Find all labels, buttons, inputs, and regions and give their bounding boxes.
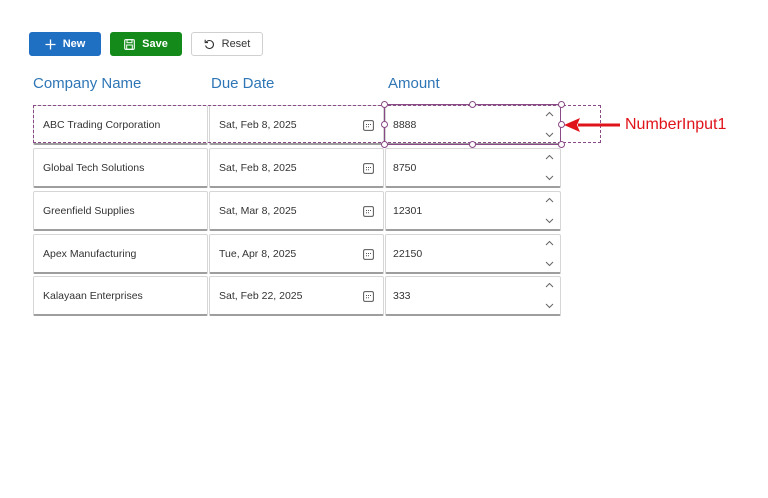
due-date-picker[interactable]: Sat, Feb 22, 2025 — [209, 276, 384, 316]
chevron-down-icon[interactable] — [545, 218, 554, 224]
toolbar: New Save Reset — [29, 32, 263, 56]
annotation-label: NumberInput1 — [625, 116, 727, 133]
company-name-input[interactable]: Global Tech Solutions — [33, 148, 208, 188]
reset-icon — [204, 39, 214, 49]
table-row: Apex Manufacturing Tue, Apr 8, 2025 2215… — [33, 234, 563, 274]
table-row: Kalayaan Enterprises Sat, Feb 22, 2025 3… — [33, 276, 563, 316]
chevron-down-icon[interactable] — [545, 132, 554, 138]
amount-number-input[interactable]: 22150 — [385, 234, 561, 274]
reset-button-label: Reset — [221, 38, 251, 50]
calendar-icon[interactable] — [363, 291, 374, 302]
chevron-down-icon[interactable] — [545, 303, 554, 309]
column-header-amount: Amount — [388, 75, 440, 92]
company-name-input[interactable]: Kalayaan Enterprises — [33, 276, 208, 316]
annotation-arrow-icon — [564, 118, 620, 132]
calendar-icon[interactable] — [363, 249, 374, 260]
chevron-down-icon[interactable] — [545, 175, 554, 181]
due-date-picker[interactable]: Tue, Apr 8, 2025 — [209, 234, 384, 274]
reset-button[interactable]: Reset — [191, 32, 263, 56]
chevron-up-icon[interactable] — [545, 282, 554, 288]
save-button[interactable]: Save — [110, 32, 182, 56]
new-button[interactable]: New — [29, 32, 101, 56]
new-button-label: New — [62, 38, 86, 50]
save-button-label: Save — [142, 38, 168, 50]
company-name-input[interactable]: ABC Trading Corporation — [33, 105, 208, 145]
chevron-down-icon[interactable] — [545, 261, 554, 267]
resize-handle-top-left[interactable] — [381, 101, 388, 108]
chevron-up-icon[interactable] — [545, 240, 554, 246]
company-name-input[interactable]: Apex Manufacturing — [33, 234, 208, 274]
column-header-due-date: Due Date — [211, 75, 275, 92]
amount-number-input[interactable]: 12301 — [385, 191, 561, 231]
chevron-up-icon[interactable] — [545, 197, 554, 203]
table-row: Greenfield Supplies Sat, Mar 8, 2025 123… — [33, 191, 563, 231]
table-row: ABC Trading Corporation Sat, Feb 8, 2025… — [33, 105, 563, 145]
column-header-company: Company Name — [33, 75, 142, 92]
table-row: Global Tech Solutions Sat, Feb 8, 2025 8… — [33, 148, 563, 188]
company-name-input[interactable]: Greenfield Supplies — [33, 191, 208, 231]
resize-handle-bottom[interactable] — [469, 141, 476, 148]
resize-handle-bottom-left[interactable] — [381, 141, 388, 148]
due-date-picker[interactable]: Sat, Mar 8, 2025 — [209, 191, 384, 231]
amount-number-input[interactable]: 333 — [385, 276, 561, 316]
plus-icon — [45, 39, 56, 49]
resize-handle-bottom-right[interactable] — [558, 141, 565, 148]
calendar-icon[interactable] — [363, 120, 374, 131]
resize-handle-top-right[interactable] — [558, 101, 565, 108]
calendar-icon[interactable] — [363, 163, 374, 174]
chevron-up-icon[interactable] — [545, 154, 554, 160]
save-icon — [124, 38, 135, 50]
calendar-icon[interactable] — [363, 206, 374, 217]
amount-number-input[interactable]: 8888 — [385, 105, 561, 145]
chevron-up-icon[interactable] — [545, 111, 554, 117]
due-date-picker[interactable]: Sat, Feb 8, 2025 — [209, 148, 384, 188]
resize-handle-left[interactable] — [381, 121, 388, 128]
amount-number-input[interactable]: 8750 — [385, 148, 561, 188]
resize-handle-top[interactable] — [469, 101, 476, 108]
due-date-picker[interactable]: Sat, Feb 8, 2025 — [209, 105, 384, 145]
